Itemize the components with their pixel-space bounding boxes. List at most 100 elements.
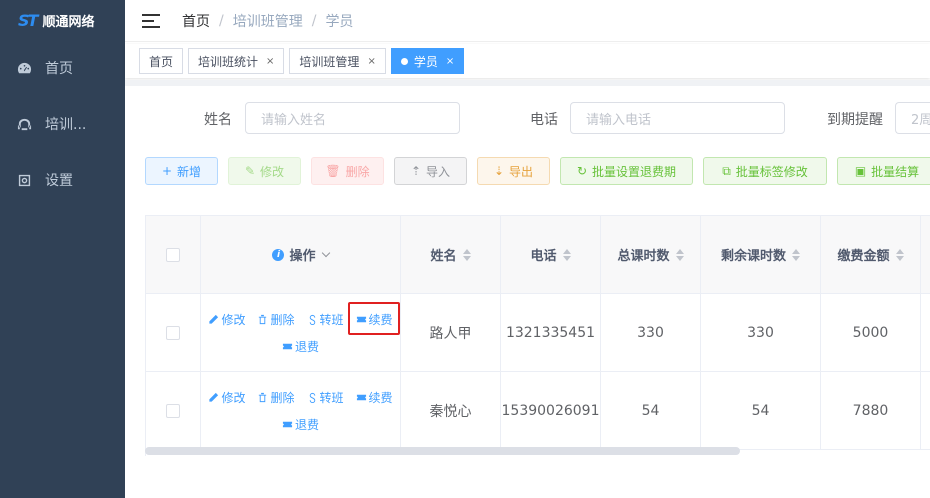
phone-input[interactable]: 请输入电话 (570, 102, 785, 134)
header-name[interactable]: 姓名 (401, 216, 501, 294)
upload-icon: ⇡ (410, 164, 422, 178)
tag-label: 培训班统计 (198, 54, 259, 69)
header-total-hours[interactable]: 总课时数 (601, 216, 701, 294)
more-cell (921, 372, 930, 450)
tag-class-stats[interactable]: 培训班统计 × (188, 48, 285, 74)
op-label: 删除 (270, 390, 295, 405)
ticket-icon (356, 394, 366, 400)
toolbar: + 新增 ✎ 修改 🗑 删除 ⇡ 导入 ⇣ 导出 ↻ 批量设置退费期 ⧉ 批量标… (145, 157, 930, 185)
batch-refund-period-button[interactable]: ↻ 批量设置退费期 (560, 157, 693, 185)
settings-icon (16, 172, 32, 188)
batch-tag-edit-button[interactable]: ⧉ 批量标签修改 (703, 157, 827, 185)
batch-settle-button[interactable]: ▣ 批量结算 (837, 157, 930, 185)
tag-label: 培训班管理 (299, 54, 360, 69)
header-more (921, 216, 930, 294)
ticket-icon (282, 421, 293, 427)
tag-students[interactable]: 学员 × (390, 48, 465, 74)
sidebar-item-label: 设置 (45, 173, 73, 189)
header-paid-amount[interactable]: 缴费金额 (821, 216, 921, 294)
dashboard-icon (16, 60, 32, 76)
header-label: 姓名 (430, 249, 457, 264)
sort-icon[interactable] (895, 248, 904, 261)
more-cell (921, 294, 930, 372)
row-delete-link[interactable]: 删除 (257, 389, 295, 406)
header-phone[interactable]: 电话 (501, 216, 601, 294)
row-edit-link[interactable]: 修改 (208, 389, 245, 406)
tag-home[interactable]: 首页 (139, 48, 184, 74)
hamburger-icon[interactable] (142, 13, 160, 28)
row-checkbox-cell (146, 372, 201, 450)
expire-label: 到期提醒 (827, 112, 883, 128)
sort-icon[interactable] (675, 248, 684, 261)
expire-select[interactable]: 2周 (895, 102, 930, 134)
remaining-hours-cell: 54 (701, 372, 821, 450)
row-checkbox[interactable] (166, 403, 180, 418)
edit-icon (209, 392, 219, 402)
batch-settle-label: 批量结算 (871, 164, 920, 179)
refresh-icon: ↻ (576, 164, 588, 178)
delete-label: 删除 (345, 164, 370, 179)
chevron-down-icon (321, 248, 330, 258)
trash-icon (259, 392, 267, 402)
edit-label: 修改 (260, 164, 285, 179)
import-button[interactable]: ⇡ 导入 (394, 157, 467, 185)
header-remaining-hours[interactable]: 剩余课时数 (701, 216, 821, 294)
add-button[interactable]: + 新增 (145, 157, 218, 185)
sidebar-item-home[interactable]: 首页 (0, 40, 125, 96)
sort-icon[interactable] (562, 248, 571, 261)
transfer-icon (309, 314, 315, 325)
name-input[interactable]: 请输入姓名 (245, 102, 460, 134)
sort-icon[interactable] (462, 248, 471, 261)
batch-tag-label: 批量标签修改 (735, 164, 808, 179)
row-transfer-link[interactable]: 转班 (307, 311, 344, 328)
brand-logo[interactable]: ST 顺通网络 (0, 0, 125, 40)
header-checkbox-cell (146, 216, 201, 294)
row-renew-link[interactable]: 续费 (347, 301, 400, 335)
op-label: 续费 (368, 390, 393, 405)
add-label: 新增 (177, 164, 202, 179)
plus-icon: + (161, 164, 173, 178)
breadcrumb: 首页 / 培训班管理 / 学员 (182, 11, 353, 31)
transfer-icon (309, 392, 315, 403)
paid-amount-cell: 7880 (821, 372, 921, 450)
copy-icon: ⧉ (722, 163, 731, 178)
close-icon[interactable]: × (446, 56, 454, 67)
edit-button[interactable]: ✎ 修改 (228, 157, 301, 185)
row-refund-link[interactable]: 退费 (282, 416, 319, 433)
search-form: 姓名 请输入姓名 电话 请输入电话 到期提醒 2周 (125, 102, 930, 134)
export-button[interactable]: ⇣ 导出 (477, 157, 550, 185)
op-label: 转班 (319, 390, 344, 405)
sort-icon[interactable] (792, 248, 800, 261)
sidebar-item-settings[interactable]: 设置 (0, 152, 125, 208)
header-label: 剩余课时数 (720, 249, 786, 264)
download-icon: ⇣ (493, 164, 505, 178)
phone-label: 电话 (530, 112, 558, 128)
close-icon[interactable]: × (266, 56, 274, 67)
row-checkbox[interactable] (166, 325, 180, 340)
tag-class-mgmt[interactable]: 培训班管理 × (289, 48, 386, 74)
import-label: 导入 (426, 164, 451, 179)
header-label: 总课时数 (617, 249, 670, 264)
sidebar-item-training[interactable]: 培训... (0, 96, 125, 152)
phone-cell: 1321335451 (501, 294, 601, 372)
brand-name: 顺通网络 (42, 14, 95, 30)
row-delete-link[interactable]: 删除 (257, 311, 295, 328)
edit-icon: ✎ (244, 164, 256, 178)
sidebar-item-label: 培训... (45, 117, 87, 133)
breadcrumb-item-home[interactable]: 首页 (182, 11, 210, 31)
training-icon (16, 116, 32, 132)
row-edit-link[interactable]: 修改 (208, 311, 245, 328)
breadcrumb-item-class-mgmt[interactable]: 培训班管理 (233, 11, 303, 31)
select-all-checkbox[interactable] (166, 247, 180, 262)
op-label: 修改 (221, 312, 246, 327)
breadcrumb-separator: / (311, 12, 317, 29)
row-renew-link[interactable]: 续费 (356, 389, 393, 406)
close-icon[interactable]: × (367, 56, 375, 67)
ticket-icon (356, 316, 366, 322)
table-header: i 操作 姓名 电话 总课时数 剩余课时数 缴费金额 (146, 216, 930, 294)
header-ops[interactable]: i 操作 (201, 216, 401, 294)
horizontal-scrollbar[interactable] (145, 447, 740, 455)
delete-button[interactable]: 🗑 删除 (311, 157, 384, 185)
row-refund-link[interactable]: 退费 (282, 338, 319, 355)
row-transfer-link[interactable]: 转班 (307, 389, 344, 406)
